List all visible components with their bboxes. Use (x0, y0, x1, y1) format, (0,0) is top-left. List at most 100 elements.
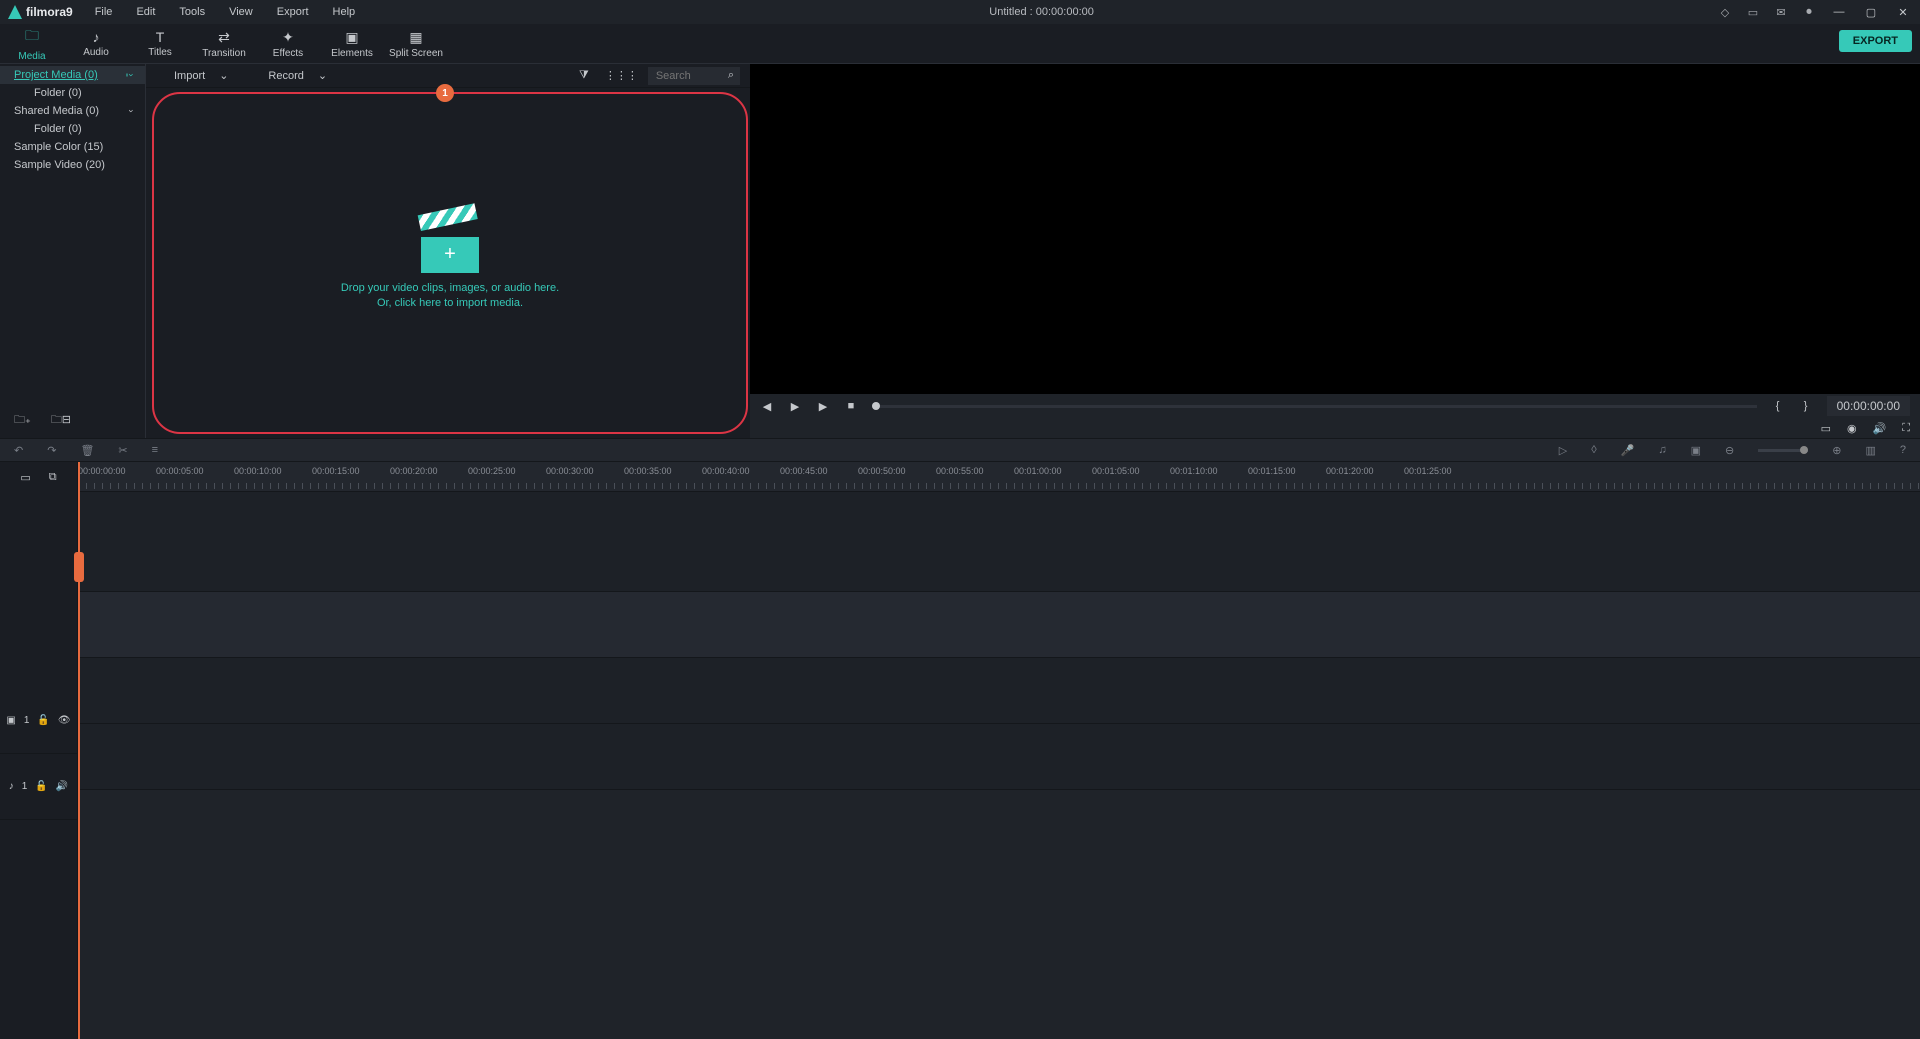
ruler-mark: 00:00:30:00 (546, 466, 594, 476)
mark-in-icon[interactable]: { (1771, 400, 1785, 412)
menu-edit[interactable]: Edit (126, 2, 165, 22)
menu-export[interactable]: Export (267, 2, 319, 22)
menu-tools[interactable]: Tools (169, 2, 215, 22)
tab-label: Titles (148, 47, 172, 58)
volume-icon[interactable]: 🔊 (1873, 422, 1887, 435)
sidebar-item-shared-media[interactable]: Shared Media (0) › (0, 102, 145, 120)
add-folder-icon[interactable]: 🗀₊ (14, 411, 31, 430)
mail-icon[interactable]: ✉ (1774, 5, 1788, 19)
zoom-out-icon[interactable]: ⊖ (1725, 444, 1734, 457)
edit-tools-icon[interactable]: ≡ (152, 444, 158, 456)
tab-transition[interactable]: ⇄ Transition (192, 24, 256, 64)
menu-help[interactable]: Help (323, 2, 366, 22)
app-name: filmora9 (26, 5, 73, 19)
tab-media[interactable]: 🗀 Media (0, 24, 64, 64)
tab-effects[interactable]: ✦ Effects (256, 24, 320, 64)
export-button[interactable]: EXPORT (1839, 30, 1912, 52)
folder-tree-icon[interactable]: 🗀⊟ (51, 411, 71, 430)
titlebar: filmora9 File Edit Tools View Export Hel… (0, 0, 1920, 24)
sidebar-item-label: Sample Video (20) (14, 159, 105, 171)
mute-icon[interactable]: 🔊 (56, 781, 68, 792)
search-input[interactable] (648, 67, 728, 85)
filter-icon[interactable]: ⧩ (573, 66, 595, 85)
ruler-mark: 00:01:00:00 (1014, 466, 1062, 476)
media-drop-zone[interactable]: 1 + Drop your video clips, images, or au… (152, 92, 748, 434)
display-icon[interactable]: ▭ (1821, 422, 1831, 435)
zoom-slider[interactable] (1758, 449, 1808, 452)
lock-icon[interactable]: 🔓 (35, 781, 47, 792)
user-icon[interactable]: ◇ (1718, 5, 1732, 19)
menu-file[interactable]: File (85, 2, 123, 22)
tab-audio[interactable]: ♪ Audio (64, 24, 128, 64)
sidebar-item-folder[interactable]: Folder (0) (0, 84, 145, 102)
ruler-mark: 00:00:45:00 (780, 466, 828, 476)
auto-ripple-icon[interactable]: ▭ (20, 471, 30, 484)
delete-button[interactable]: 🗑 (80, 444, 94, 457)
preview-time: 00:00:00:00 (1827, 396, 1910, 416)
help-icon[interactable]: ? (1900, 444, 1906, 456)
sidebar-item-project-media[interactable]: Project Media (0) › (0, 66, 145, 84)
track-row[interactable] (78, 492, 1920, 592)
next-frame-button[interactable]: ▶ (816, 400, 830, 413)
sidebar: Project Media (0) › Folder (0) Shared Me… (0, 64, 145, 438)
timeline-ruler[interactable]: 00:00:00:0000:00:05:0000:00:10:0000:00:1… (78, 462, 1920, 492)
fullscreen-icon[interactable]: ⛶ (1902, 422, 1910, 435)
close-button[interactable]: ✕ (1894, 3, 1912, 21)
import-button[interactable]: Import ⌄ (156, 66, 246, 85)
sidebar-item-label: Shared Media (0) (14, 105, 99, 117)
video-track-header[interactable]: ▣ 1 🔓 👁 (0, 688, 77, 754)
audio-track-row[interactable] (78, 724, 1920, 790)
play-button[interactable]: ▶ (788, 400, 802, 413)
ruler-mark: 00:00:10:00 (234, 466, 282, 476)
split-button[interactable]: ✂ (118, 444, 127, 457)
mark-out-icon[interactable]: } (1799, 400, 1813, 412)
zoom-in-icon[interactable]: ⊕ (1832, 444, 1841, 457)
maximize-button[interactable]: ▢ (1862, 3, 1880, 21)
tab-titles[interactable]: T Titles (128, 24, 192, 64)
ruler-mark: 00:00:40:00 (702, 466, 750, 476)
mic-icon[interactable]: ⏺ (1802, 5, 1816, 19)
tab-elements[interactable]: ▣ Elements (320, 24, 384, 64)
notification-icon[interactable]: ▭ (1746, 5, 1760, 19)
record-button[interactable]: Record ⌄ (250, 66, 345, 85)
sidebar-item-sample-color[interactable]: Sample Color (15) (0, 138, 145, 156)
track-row[interactable] (78, 592, 1920, 658)
lock-icon[interactable]: 🔓 (37, 715, 49, 726)
menu-view[interactable]: View (219, 2, 263, 22)
link-icon[interactable]: ⧉ (49, 471, 57, 484)
chevron-down-icon[interactable]: › (127, 110, 137, 113)
video-track-num: 1 (24, 715, 30, 726)
minimize-button[interactable]: — (1830, 3, 1848, 21)
audio-mixer-icon[interactable]: ♫ (1658, 444, 1666, 456)
swap-icon: ⇄ (218, 29, 230, 46)
zoom-fit-icon[interactable]: ▥ (1865, 444, 1875, 457)
preview-scrubber[interactable] (872, 405, 1757, 408)
preview-bottom-bar: ▭ ◉ 🔊 ⛶ (750, 418, 1920, 438)
timeline: ▭ ⧉ ▣ 1 🔓 👁 ♪ 1 🔓 🔊 00:00:00:0000:00:05:… (0, 462, 1920, 1039)
eye-icon[interactable]: 👁 (58, 715, 71, 726)
grid-view-icon[interactable]: ⋮⋮⋮ (599, 66, 644, 85)
ruler-mark: 00:00:05:00 (156, 466, 204, 476)
voiceover-icon[interactable]: 🎤 (1621, 444, 1635, 457)
search-icon[interactable]: ⌕ (728, 69, 734, 82)
redo-button[interactable]: ↷ (47, 444, 56, 457)
tab-label: Media (18, 51, 45, 62)
crop-icon[interactable]: ▣ (1691, 444, 1701, 457)
audio-track-header[interactable]: ♪ 1 🔓 🔊 (0, 754, 77, 820)
prev-frame-button[interactable]: ◀ (760, 400, 774, 413)
search-wrap: ⌕ (648, 67, 740, 85)
preview-controls: ◀ ▶ ▶ ■ { } 00:00:00:00 (750, 394, 1920, 418)
playhead[interactable] (78, 462, 80, 1039)
render-icon[interactable]: ▷ (1559, 444, 1567, 457)
sidebar-item-folder[interactable]: Folder (0) (0, 120, 145, 138)
undo-button[interactable]: ↶ (14, 444, 23, 457)
tab-split-screen[interactable]: ▦ Split Screen (384, 24, 448, 64)
stop-button[interactable]: ■ (844, 400, 858, 412)
snapshot-icon[interactable]: ◉ (1847, 422, 1857, 435)
sidebar-item-label: Sample Color (15) (14, 141, 103, 153)
sidebar-item-sample-video[interactable]: Sample Video (20) (0, 156, 145, 174)
timeline-tracks[interactable]: 00:00:00:0000:00:05:0000:00:10:0000:00:1… (78, 462, 1920, 1039)
video-track-row[interactable] (78, 658, 1920, 724)
chevron-down-icon[interactable]: › (127, 74, 137, 77)
marker-icon[interactable]: ◊ (1591, 444, 1596, 456)
